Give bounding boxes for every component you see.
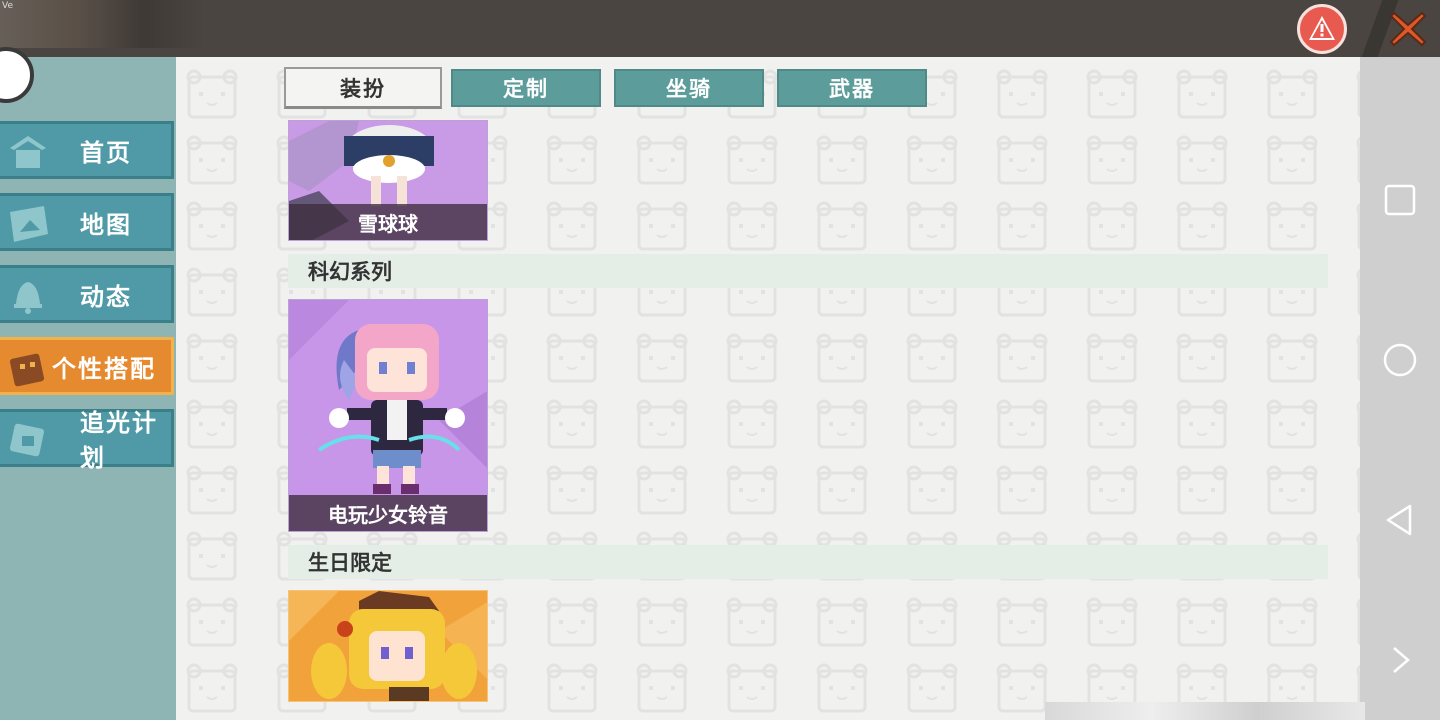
home-icon	[10, 136, 46, 168]
outfit-icon	[9, 353, 45, 387]
back-icon[interactable]	[1380, 500, 1420, 540]
outfit-card-snowball[interactable]: 雪球球	[288, 120, 488, 241]
tab-mount[interactable]: 坐骑	[614, 69, 764, 107]
bell-icon	[14, 282, 42, 314]
sidebar: 首页 地图 动态 个性搭配 追光计划	[0, 47, 176, 720]
sidebar-item-map[interactable]: 地图	[0, 193, 174, 251]
sidebar-item-label: 地图	[80, 210, 132, 239]
sidebar-item-news[interactable]: 动态	[0, 265, 174, 323]
close-button[interactable]	[1383, 6, 1433, 52]
recent-apps-icon[interactable]	[1380, 180, 1420, 220]
chevron-right-icon[interactable]	[1380, 640, 1420, 680]
sidebar-item-plan[interactable]: 追光计划	[0, 409, 174, 472]
blurred-footer	[1045, 702, 1365, 720]
report-button[interactable]	[1297, 4, 1347, 54]
home-circle-icon[interactable]	[1380, 340, 1420, 380]
sidebar-item-label: 追光计划	[80, 409, 158, 472]
sidebar-item-label: 个性搭配	[52, 354, 156, 383]
tab-outfit[interactable]: 装扮	[284, 67, 442, 109]
plan-icon	[9, 423, 45, 457]
outfit-card-gamer-girl[interactable]: 电玩少女铃音	[288, 299, 488, 532]
version-text: Ve	[2, 1, 13, 11]
section-header-birthday: 生日限定	[288, 545, 1328, 579]
map-icon	[10, 206, 48, 242]
outfit-card-birthday[interactable]	[288, 590, 488, 702]
card-label: 雪球球	[289, 204, 487, 240]
sidebar-item-outfit[interactable]: 个性搭配	[0, 337, 174, 395]
sidebar-item-label: 首页	[80, 138, 132, 167]
tab-custom[interactable]: 定制	[451, 69, 601, 107]
close-icon	[1389, 11, 1427, 47]
tab-weapon[interactable]: 武器	[777, 69, 927, 107]
blurred-title	[0, 0, 205, 48]
top-bar: Ve	[0, 0, 1440, 57]
sidebar-item-label: 动态	[80, 282, 132, 311]
warning-icon	[1309, 16, 1335, 40]
sidebar-item-home[interactable]: 首页	[0, 121, 174, 179]
birthday-character-image	[289, 591, 487, 701]
system-nav-bar	[1360, 57, 1440, 720]
card-label: 电玩少女铃音	[289, 495, 487, 531]
section-header-scifi: 科幻系列	[288, 254, 1328, 288]
